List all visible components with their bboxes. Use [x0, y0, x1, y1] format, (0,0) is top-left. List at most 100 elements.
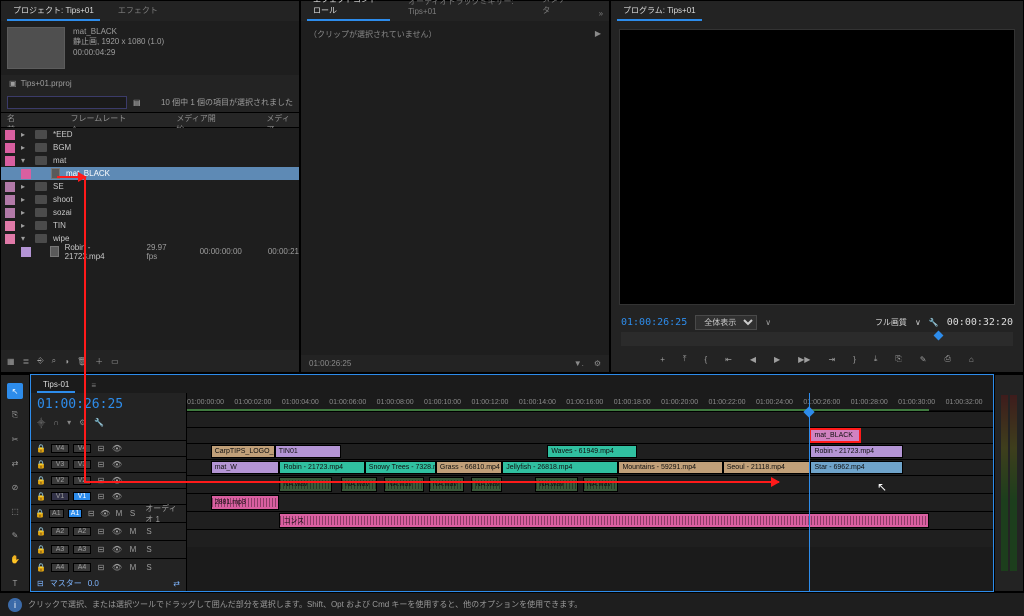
master-row[interactable]: ⊟マスター0.0⇄ [31, 576, 186, 591]
clip[interactable]: CarpTIPS_LOGO_2104 [211, 445, 275, 458]
track-header-A3[interactable]: 🔒A3A3⊟👁MS [31, 540, 186, 558]
clip[interactable]: コンス [279, 513, 929, 528]
fit-select[interactable]: 全体表示 [695, 315, 757, 330]
transport-btn-2[interactable]: { [704, 355, 707, 364]
tab-project[interactable]: プロジェクト: Tips+01 [7, 2, 100, 21]
transport-btn-8[interactable]: } [853, 355, 856, 364]
proj-tool-5[interactable]: 🗑 [77, 357, 87, 366]
clip[interactable]: Jellyfish - 26818.mp4 [502, 461, 618, 474]
tab-effect-controls[interactable]: エフェクトコントロール [307, 0, 390, 21]
program-timecode[interactable]: 01:00:26:25 [621, 317, 687, 328]
lock-icon[interactable]: 🔒 [35, 492, 47, 501]
link-icon[interactable]: ∩ [53, 418, 59, 429]
proj-tool-6[interactable]: ＋ [95, 356, 103, 367]
track-header-V3[interactable]: 🔒V3V3⊟👁 [31, 456, 186, 472]
clip[interactable]: 2881.mp3 [211, 495, 280, 510]
playhead[interactable] [809, 393, 810, 591]
proj-tool-7[interactable]: ▭ [111, 357, 119, 366]
track-label[interactable]: A2 [51, 527, 69, 536]
lock-icon[interactable]: 🔒 [35, 563, 47, 572]
list-item[interactable]: mat_BLACK [1, 167, 299, 180]
filter-icon[interactable]: ▤ [133, 98, 141, 107]
sequence-tab[interactable]: Tips-01 [37, 378, 75, 393]
snap-icon[interactable]: ⸎ [37, 418, 45, 429]
chevron-icon[interactable]: ▸ [21, 143, 29, 152]
track-V3[interactable]: mat_BLACK [187, 427, 993, 443]
track-V4[interactable] [187, 411, 993, 427]
list-item[interactable]: ▸*EED [1, 128, 299, 141]
track-label[interactable]: A4 [51, 563, 69, 572]
track-A3[interactable]: コンス [187, 511, 993, 529]
chevron-icon[interactable]: ▸ [21, 182, 29, 191]
full-quality-label[interactable]: フル画質 [875, 317, 907, 328]
tl-tool-1[interactable]: ⎘ [7, 407, 23, 423]
transport-btn-9[interactable]: ⤓ [874, 354, 878, 364]
proj-tool-3[interactable]: ⌕ [52, 356, 56, 366]
track-label[interactable]: V3 [51, 460, 69, 469]
track-A1[interactable]: NA.wavNA.wavNA.wavNA.wavNA.wavNA.wavNA.w… [187, 475, 993, 493]
clip[interactable]: Robin - 21723.mp4 [810, 445, 902, 458]
tl-tool-5[interactable]: ⬚ [7, 503, 23, 519]
transport-btn-1[interactable]: ⤒ [683, 354, 687, 364]
track-label[interactable]: A3 [51, 545, 69, 554]
clip[interactable]: Grass - 66810.mp4 [436, 461, 502, 474]
col-framerate[interactable]: フレームレート ∧ [71, 113, 127, 127]
list-item[interactable]: ▸shoot [1, 193, 299, 206]
clip[interactable]: Seoul - 21118.mp4 [723, 461, 811, 474]
chevron-icon[interactable]: ▸ [21, 130, 29, 139]
track-header-V4[interactable]: 🔒V4V4⊟👁 [31, 440, 186, 456]
proj-tool-2[interactable]: ⎆ [37, 356, 43, 366]
chevron-icon[interactable]: ▾ [21, 156, 29, 165]
col-name[interactable]: 名前 [7, 113, 21, 127]
track-label[interactable]: V1 [51, 492, 69, 501]
clip[interactable]: NA.wav [471, 477, 502, 492]
lock-icon[interactable]: 🔒 [35, 476, 47, 485]
track-V2[interactable]: CarpTIPS_LOGO_2104TIN01 Waves - 61949.mp4… [187, 443, 993, 459]
clip[interactable]: Star - 6962.mp4 [810, 461, 902, 474]
transport-btn-7[interactable]: ⇥ [828, 355, 835, 364]
bin-list[interactable]: ▸*EED▸BGM▾matmat_BLACK▸SE▸shoot▸sozai▸TI… [1, 128, 299, 350]
track-label[interactable]: V2 [51, 476, 69, 485]
list-item[interactable]: ▸TIN [1, 219, 299, 232]
lock-icon[interactable]: 🔒 [35, 444, 47, 453]
transport-btn-4[interactable]: ◀ [750, 355, 756, 364]
tl-tool-4[interactable]: ⊘ [7, 479, 23, 495]
wrench-icon[interactable]: 🔧 [929, 318, 939, 327]
list-item[interactable]: ▸sozai [1, 206, 299, 219]
tl-tool-8[interactable]: T [7, 575, 23, 591]
track-header-A4[interactable]: 🔒A4A4⊟👁MS [31, 558, 186, 576]
track-header-A1[interactable]: 🔒A1A1⊟👁MSオーディオ 1 [31, 504, 186, 522]
track-label[interactable]: V4 [51, 444, 69, 453]
track-A2[interactable]: 2881.mp3 [187, 493, 993, 511]
clip[interactable]: NA.wav [583, 477, 619, 492]
tl-tool-7[interactable]: ✋ [7, 551, 23, 567]
search-input[interactable] [7, 96, 127, 109]
proj-tool-0[interactable]: ▦ [7, 357, 15, 366]
clip[interactable]: Robin - 21723.mp4 [279, 461, 364, 474]
timeline-timecode[interactable]: 01:00:26:25 [31, 393, 186, 416]
transport-btn-10[interactable]: ⎘ [895, 354, 901, 364]
marker-icon[interactable]: ▾ [67, 418, 71, 429]
col-media-start[interactable]: メディア開始 [176, 113, 216, 127]
program-viewer[interactable] [619, 29, 1015, 305]
track-V1[interactable]: mat_WRobin - 21723.mp4Snowy Trees - 7328… [187, 459, 993, 475]
transport-btn-13[interactable]: ⌂ [969, 355, 974, 364]
transport-btn-12[interactable]: ⎙ [945, 354, 951, 364]
list-item[interactable]: Robin - 21723.mp429.97 fps00:00:00:0000:… [1, 245, 299, 258]
clip[interactable]: mat_BLACK [810, 429, 860, 442]
tab-effects[interactable]: エフェクト [112, 2, 164, 21]
more-icon[interactable]: » [593, 6, 609, 21]
clip[interactable]: Mountains - 59291.mp4 [618, 461, 722, 474]
lock-icon[interactable]: 🔒 [35, 527, 47, 536]
tl-tool-3[interactable]: ⇄ [7, 455, 23, 471]
clip[interactable]: TIN01 [275, 445, 341, 458]
fx-cog-icon[interactable]: ⚙ [594, 359, 601, 368]
clip[interactable]: NA.wav [341, 477, 377, 492]
clip[interactable]: NA.wav [429, 477, 465, 492]
chevron-icon[interactable]: ▸ [21, 195, 29, 204]
program-ruler[interactable] [621, 332, 1013, 346]
proj-tool-4[interactable]: ◑ [64, 357, 69, 366]
transport-btn-5[interactable]: ▶ [774, 355, 780, 364]
tl-tool-6[interactable]: ✎ [7, 527, 23, 543]
clip[interactable]: Waves - 61949.mp4 [547, 445, 637, 458]
